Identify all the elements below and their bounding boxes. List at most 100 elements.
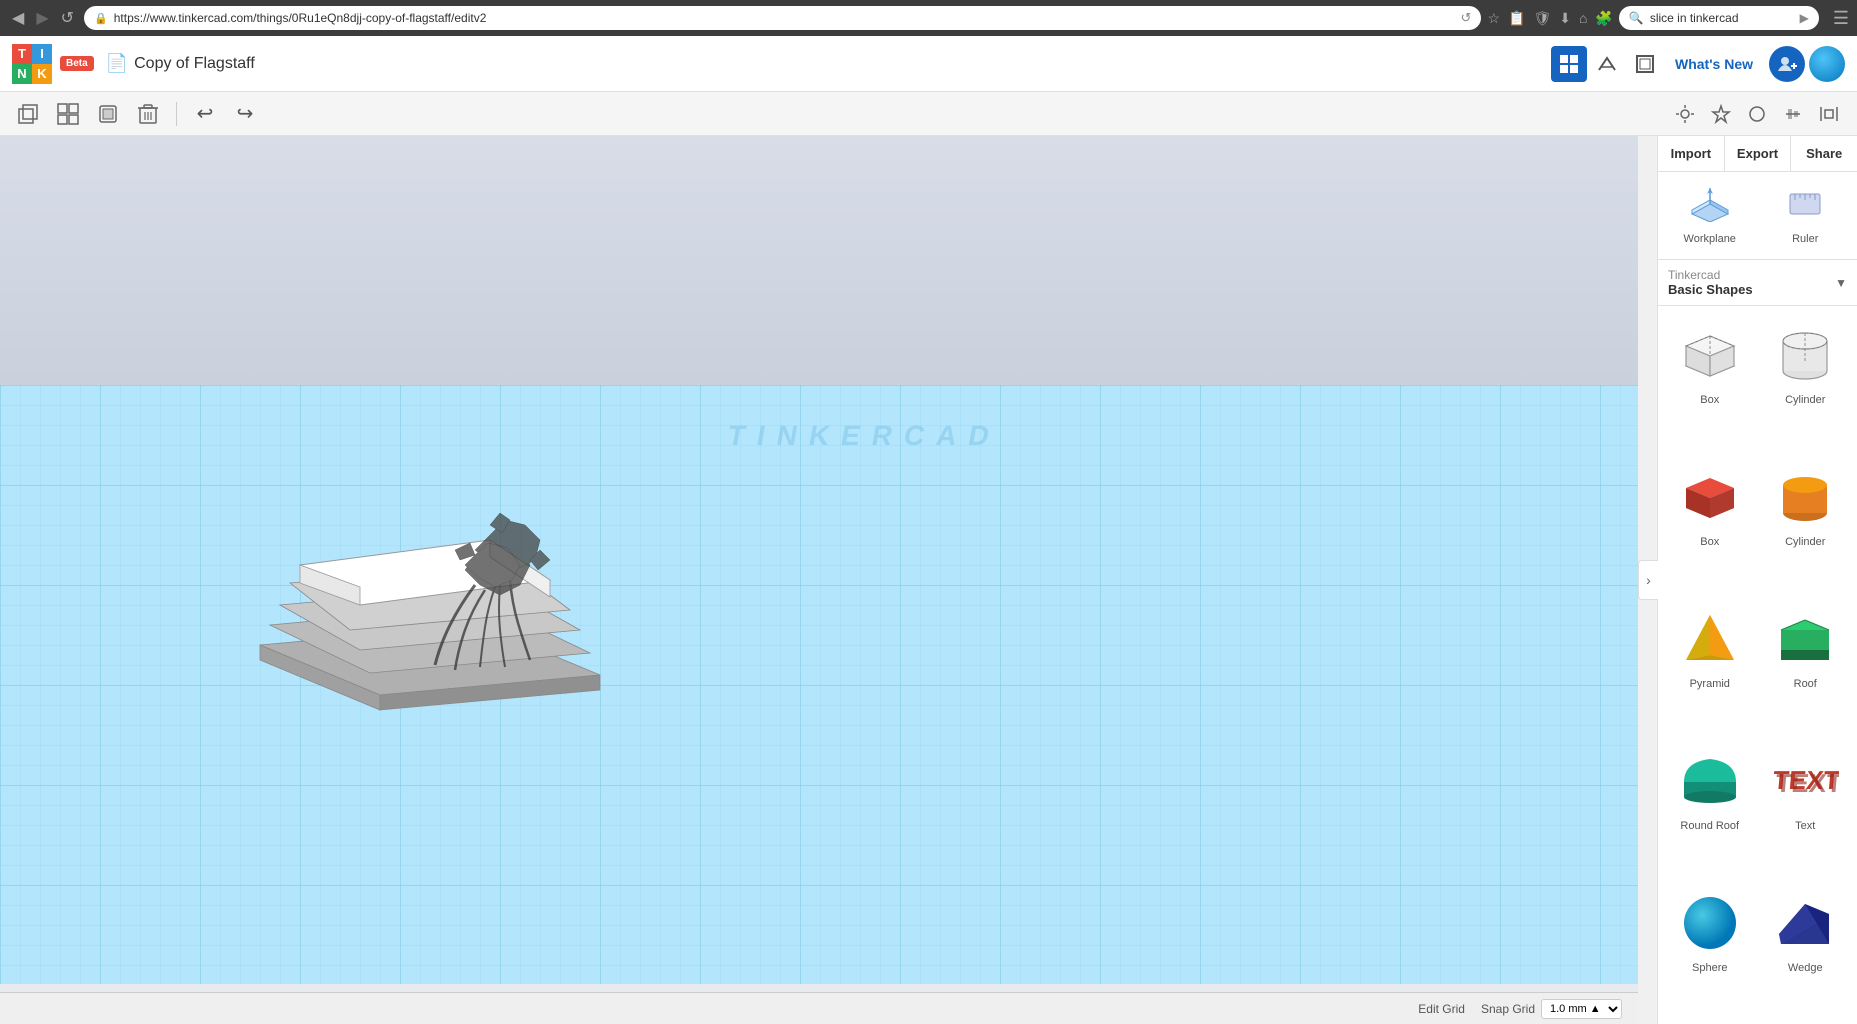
browser-chrome: ◀ ▶ ↺ 🔒 https://www.tinkercad.com/things… [0, 0, 1857, 36]
align-view-button[interactable] [1627, 46, 1663, 82]
logo-letter-n: N [12, 64, 32, 84]
status-bar: Edit Grid Snap Grid 1.0 mm ▲ 0.5 mm 0.25… [0, 992, 1638, 1024]
redo-button[interactable]: ↪ [229, 98, 261, 130]
view-buttons [1551, 46, 1663, 82]
secondary-toolbar: ↩ ↪ [0, 92, 1857, 136]
main-layout: ↑ BACK ⌂ ↺ + − ✦ [0, 136, 1857, 1024]
delete-button[interactable] [132, 98, 164, 130]
perspective-view-button[interactable] [1589, 46, 1625, 82]
edit-grid-label[interactable]: Edit Grid [1418, 1002, 1465, 1016]
distribute-button[interactable] [1813, 98, 1845, 130]
panel-collapse-button[interactable]: › [1638, 560, 1658, 600]
toolbar-right [1669, 98, 1845, 130]
shape-item-box-wire[interactable]: Box [1666, 314, 1754, 448]
dropdown-category: Tinkercad [1668, 268, 1831, 282]
circle-button[interactable] [1741, 98, 1773, 130]
extension-icon[interactable]: 🧩 [1595, 10, 1612, 27]
canvas-3d: TINKERCAD [0, 136, 1638, 1024]
box-wireframe-icon [1675, 320, 1745, 390]
box-wire-label: Box [1700, 394, 1719, 406]
home-nav-icon[interactable]: ⌂ [1579, 10, 1587, 26]
reload-icon: ↺ [1461, 10, 1472, 26]
download-icon[interactable]: ⬇ [1559, 10, 1571, 27]
workplane-icon [1690, 186, 1730, 229]
tinkercad-logo[interactable]: T I N K [12, 44, 52, 84]
copy-to-workplane-button[interactable] [12, 98, 44, 130]
snap-grid-select[interactable]: 1.0 mm ▲ 0.5 mm 0.25 mm 0.1 mm 2.0 mm [1541, 999, 1622, 1019]
shield-icon[interactable]: 🛡 [1533, 10, 1551, 27]
export-button[interactable]: Export [1725, 136, 1792, 171]
ruler-icon [1785, 186, 1825, 229]
canvas-area[interactable]: ↑ BACK ⌂ ↺ + − ✦ [0, 136, 1638, 1024]
undo-button[interactable]: ↩ [189, 98, 221, 130]
box-solid-icon [1675, 462, 1745, 532]
user-add-button[interactable] [1769, 46, 1805, 82]
ruler-label: Ruler [1792, 233, 1818, 245]
search-arrow-icon: ▶ [1800, 11, 1809, 25]
group-button[interactable] [52, 98, 84, 130]
ungroup-button[interactable] [92, 98, 124, 130]
lock-icon: 🔒 [94, 12, 108, 25]
align-button[interactable] [1777, 98, 1809, 130]
shape-item-sphere[interactable]: Sphere [1666, 882, 1754, 1016]
doc-icon[interactable]: 📄 [106, 53, 128, 74]
shape-item-pyramid[interactable]: Pyramid [1666, 598, 1754, 732]
wedge-icon [1770, 888, 1840, 958]
sphere-label: Sphere [1692, 962, 1727, 974]
shape-item-wedge[interactable]: Wedge [1762, 882, 1850, 1016]
shape-item-round-roof[interactable]: Round Roof [1666, 740, 1754, 874]
back-button[interactable]: ◀ [8, 6, 28, 30]
app-title[interactable]: Copy of Flagstaff [134, 55, 255, 73]
whats-new-button[interactable]: What's New [1675, 56, 1753, 72]
bookmark-icon[interactable]: ☆ [1487, 10, 1500, 27]
reload-button[interactable]: ↺ [57, 6, 78, 30]
bookmark-list-icon[interactable]: 📋 [1508, 10, 1525, 27]
browser-nav: ◀ ▶ ↺ [8, 6, 78, 30]
roof-icon [1770, 604, 1840, 674]
browser-actions: ☆ 📋 🛡 ⬇ ⌂ 🧩 [1487, 10, 1612, 27]
cylinder-solid-label: Cylinder [1785, 536, 1825, 548]
snap-grid: Snap Grid 1.0 mm ▲ 0.5 mm 0.25 mm 0.1 mm… [1481, 999, 1622, 1019]
panel-actions: Import Export Share [1658, 136, 1857, 172]
menu-icon[interactable]: ☰ [1833, 8, 1849, 29]
shape-item-box-solid[interactable]: Box [1666, 456, 1754, 590]
box-solid-label: Box [1700, 536, 1719, 548]
3d-objects[interactable] [180, 385, 780, 765]
shape-item-roof[interactable]: Roof [1762, 598, 1850, 732]
workplane-tool[interactable]: Workplane [1666, 180, 1754, 251]
wedge-label: Wedge [1788, 962, 1823, 974]
logo-letter-k: K [32, 64, 52, 84]
address-bar[interactable]: 🔒 https://www.tinkercad.com/things/0Ru1e… [84, 6, 1481, 30]
beta-badge: Beta [60, 56, 94, 71]
pyramid-icon [1675, 604, 1745, 674]
shape-item-text-3d[interactable]: TEXT TEXT Text [1762, 740, 1850, 874]
url-text: https://www.tinkercad.com/things/0Ru1eQn… [114, 11, 1455, 25]
user-profile-button[interactable] [1809, 46, 1845, 82]
share-button[interactable]: Share [1791, 136, 1857, 171]
logo-letter-t: T [12, 44, 32, 64]
cylinder-wire-label: Cylinder [1785, 394, 1825, 406]
search-bar[interactable]: 🔍 slice in tinkercad ▶ [1619, 6, 1819, 30]
round-roof-label: Round Roof [1680, 820, 1739, 832]
ruler-tool[interactable]: Ruler [1762, 180, 1850, 251]
panel-tools: Workplane Ruler [1658, 172, 1857, 260]
toolbar-separator-1 [176, 102, 177, 126]
right-panel: Import Export Share Workplane [1657, 136, 1857, 1024]
shape-item-cylinder-solid[interactable]: Cylinder [1762, 456, 1850, 590]
shape-item-cylinder-wire[interactable]: Cylinder [1762, 314, 1850, 448]
import-button[interactable]: Import [1658, 136, 1725, 171]
light-button[interactable] [1669, 98, 1701, 130]
sphere-icon [1675, 888, 1745, 958]
snap-grid-label: Snap Grid [1481, 1002, 1535, 1016]
shape-dropdown[interactable]: Tinkercad Basic Shapes ▼ [1658, 260, 1857, 306]
text-3d-icon: TEXT TEXT [1770, 746, 1840, 816]
forward-button[interactable]: ▶ [32, 6, 52, 30]
search-text: slice in tinkercad [1650, 11, 1739, 25]
dropdown-value: Basic Shapes [1668, 282, 1831, 297]
grid-view-button[interactable] [1551, 46, 1587, 82]
notes-button[interactable] [1705, 98, 1737, 130]
cylinder-wireframe-icon [1770, 320, 1840, 390]
round-roof-icon [1675, 746, 1745, 816]
browser-extra-actions: ☰ [1833, 8, 1849, 29]
workplane-label: Workplane [1684, 233, 1736, 245]
